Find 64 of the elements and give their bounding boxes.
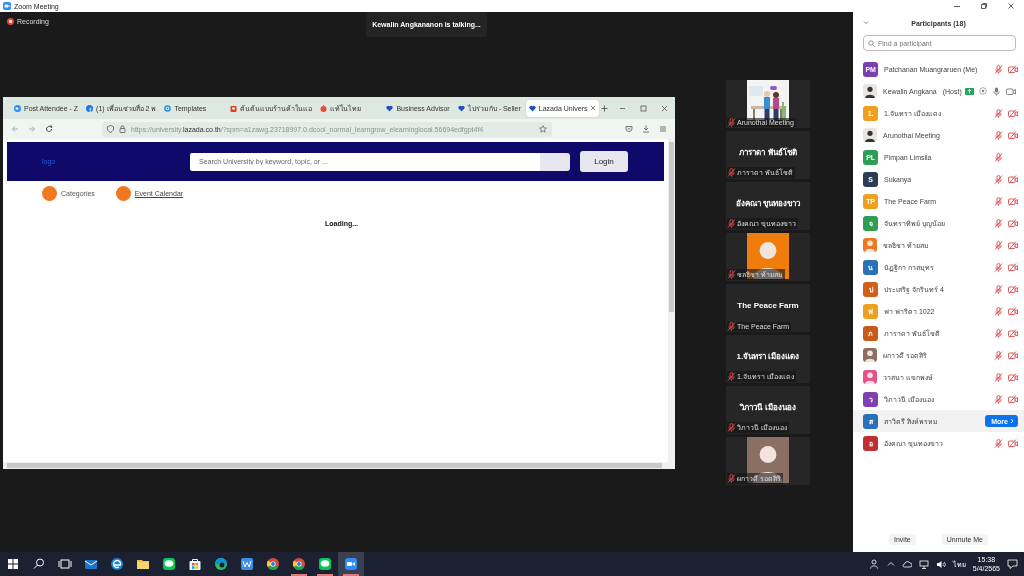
maximize-icon[interactable] bbox=[640, 104, 647, 112]
taskbar-button[interactable] bbox=[338, 552, 364, 576]
speaker-icon[interactable] bbox=[935, 559, 946, 569]
participant-name: The Peace Farm bbox=[737, 300, 799, 310]
search-icon bbox=[868, 39, 875, 47]
close-icon[interactable] bbox=[1006, 2, 1015, 10]
search-icon[interactable] bbox=[31, 556, 47, 572]
browser-icon bbox=[265, 556, 281, 572]
mic-muted-icon bbox=[727, 423, 736, 432]
browser-icon bbox=[291, 556, 307, 572]
mic-muted-icon bbox=[727, 168, 736, 177]
participant-name: อังคณา ขุนทองขาว bbox=[735, 197, 801, 210]
download-icon[interactable] bbox=[642, 125, 650, 133]
document-app-icon bbox=[239, 556, 255, 572]
new-tab-icon[interactable] bbox=[601, 104, 609, 112]
video-camera-icon bbox=[343, 556, 359, 572]
search-button[interactable] bbox=[540, 152, 570, 171]
participant-name: 1.จันทรา เมืองแดง bbox=[736, 350, 800, 363]
tab-favicon-icon bbox=[528, 104, 536, 112]
close-icon[interactable] bbox=[661, 104, 668, 112]
mic-muted-icon bbox=[727, 372, 736, 381]
network-icon[interactable] bbox=[918, 559, 929, 569]
vertical-scrollbar[interactable] bbox=[668, 139, 675, 462]
tab-favicon-icon bbox=[320, 104, 328, 112]
recording-icon bbox=[7, 18, 14, 25]
category-icon bbox=[42, 186, 57, 201]
tab-favicon-icon bbox=[386, 104, 394, 112]
shield-icon bbox=[107, 125, 114, 133]
people-icon[interactable] bbox=[869, 559, 880, 569]
avatar-icon bbox=[863, 128, 877, 142]
category-icon bbox=[115, 186, 131, 201]
mic-muted-icon bbox=[727, 474, 736, 483]
tab-favicon-icon bbox=[164, 104, 172, 112]
chevron-up-icon[interactable] bbox=[886, 560, 895, 568]
chat-app-icon bbox=[317, 556, 333, 572]
login-button[interactable]: Login bbox=[580, 151, 628, 172]
reload-icon[interactable] bbox=[45, 125, 53, 133]
browser-icon bbox=[109, 556, 125, 572]
mic-muted-icon bbox=[727, 322, 736, 331]
tab-favicon-icon bbox=[457, 104, 465, 112]
participant-name: วิภาวนี เมืองนอง bbox=[740, 401, 796, 414]
notification-icon[interactable] bbox=[1007, 559, 1018, 569]
browser-icon bbox=[213, 556, 229, 572]
mic-muted-icon bbox=[727, 219, 736, 228]
lock-icon bbox=[119, 125, 126, 133]
avatar-icon bbox=[863, 84, 877, 98]
maximize-icon[interactable] bbox=[979, 2, 988, 10]
bookmark-star-icon[interactable] bbox=[539, 125, 547, 133]
record-icon bbox=[978, 87, 987, 95]
task-view-icon[interactable] bbox=[57, 556, 73, 572]
store-icon bbox=[187, 556, 203, 572]
cloud-icon[interactable] bbox=[901, 560, 912, 568]
tab-favicon-icon bbox=[14, 104, 21, 112]
start-icon[interactable] bbox=[5, 556, 21, 572]
chevron-right-icon bbox=[1010, 418, 1014, 424]
participant-name: ภาราดา พันธ์โชติ bbox=[739, 146, 797, 159]
close-tab-icon[interactable] bbox=[590, 105, 597, 111]
tab-favicon-icon bbox=[86, 104, 94, 112]
mic-muted-icon bbox=[727, 118, 736, 127]
horizontal-scrollbar[interactable] bbox=[3, 462, 675, 469]
mic-muted-icon bbox=[727, 270, 736, 279]
tab-favicon-icon bbox=[230, 104, 238, 112]
chat-app-icon bbox=[161, 556, 177, 572]
pocket-icon[interactable] bbox=[625, 125, 633, 133]
